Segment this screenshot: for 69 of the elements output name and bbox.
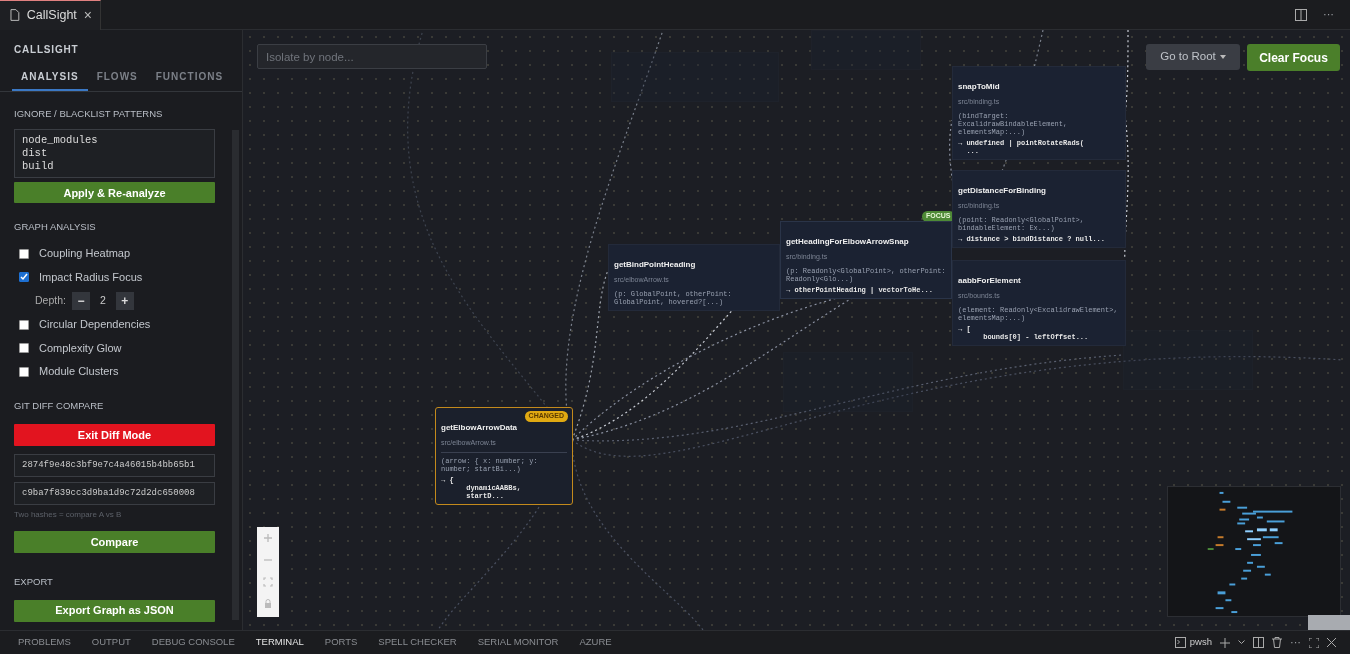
faded-node[interactable] [1123,330,1253,390]
panel-tab[interactable]: SERIAL MONITOR [477,635,559,650]
clear-focus-button[interactable]: Clear Focus [1247,44,1340,71]
export-button[interactable]: Export Graph as JSON [14,599,215,622]
maximize-icon[interactable] [1309,637,1319,648]
panel-tab[interactable]: PORTS [324,635,358,650]
caret-icon [1219,55,1226,59]
section-heading: IGNORE / BLACKLIST PATTERNS [14,107,164,121]
terminal-icon [1174,637,1186,648]
checkbox-label: Circular Dependencies [39,317,151,333]
panel-tab[interactable]: OUTPUT [91,635,131,650]
faded-node[interactable] [783,352,913,412]
exit-diff-button[interactable]: Exit Diff Mode [14,423,215,446]
sidebar-tab[interactable]: ANALYSIS [12,63,88,91]
faded-node[interactable] [811,30,921,70]
panel-tab[interactable]: DEBUG CONSOLE [151,635,235,650]
increment-button[interactable]: + [115,291,134,310]
hash-input[interactable]: 2874f9e48c3bf9e7c4a46015b4bb65b1 [14,453,215,477]
panel-tab[interactable]: AZURE [579,635,612,650]
node-title: aabbForElement [958,275,1021,287]
file-icon [10,9,20,21]
hash-input[interactable]: c9ba7f839cc3d9ba1d9c72d2dc650008 [14,481,215,505]
checkbox-label: Complexity Glow [39,340,122,356]
node-title: getElbowArrowData [441,422,517,434]
close-icon[interactable]: × [83,4,92,26]
decrement-button[interactable]: − [71,291,90,310]
checkbox[interactable] [19,272,29,282]
panel-tab[interactable]: SPELL CHECKER [378,635,457,650]
more-actions-button[interactable]: ··· [1290,634,1301,651]
section-heading: GIT DIFF COMPARE [14,399,105,414]
tab-title: CallSight [26,6,77,24]
add-icon[interactable] [1220,637,1230,648]
more-actions-button[interactable]: ··· [1323,6,1334,23]
editor-tab[interactable]: CallSight × [0,0,101,30]
checkbox-label: Module Clusters [39,364,119,380]
chevron-down-icon[interactable] [1238,640,1245,645]
ignore-patterns-field[interactable]: node_modules dist build [14,129,215,179]
depth-value: 2 [98,292,107,308]
panel-tab[interactable]: PROBLEMS [18,635,71,650]
panel-tab[interactable]: TERMINAL [255,635,304,650]
split-editor-icon[interactable] [1295,8,1307,21]
terminal-selector[interactable]: pwsh [1174,635,1212,650]
apply-reanalyze-button[interactable]: Apply & Re-analyze [14,182,215,204]
go-to-root-dropdown[interactable]: Go to Root [1146,44,1240,70]
depth-label: Depth: [35,292,66,308]
hint-text: Two hashes = compare A vs B [14,508,123,521]
checkbox[interactable] [19,366,29,377]
node-title: getDistanceForBinding [958,185,1046,197]
sidebar-title: CALLSIGHT [13,43,80,57]
compare-button[interactable]: Compare [14,531,215,553]
minimap-drawing[interactable] [1167,486,1341,617]
checkbox-label: Impact Radius Focus [39,269,143,285]
sidebar-tab[interactable]: FLOWS [87,63,147,91]
checkbox[interactable] [19,343,29,353]
sidebar-tab[interactable]: FUNCTIONS [146,63,233,91]
node-title: snapToMid [958,81,1000,93]
section-heading: EXPORT [14,575,54,589]
checkbox-label: Coupling Heatmap [39,246,131,262]
split-icon[interactable] [1253,637,1264,648]
node-title: getHeadingForElbowArrowSnap [786,236,909,248]
faded-node[interactable] [611,52,779,102]
close-icon[interactable] [1327,638,1336,647]
checkbox[interactable] [19,319,29,330]
node-search-field[interactable]: Isolate by node... [257,44,487,69]
scrollbar-thumb[interactable] [1308,615,1350,630]
checkbox[interactable] [19,248,29,259]
section-heading: GRAPH ANALYSIS [14,219,97,234]
node-title: getBindPointHeading [614,259,696,271]
trash-icon[interactable] [1272,637,1282,648]
